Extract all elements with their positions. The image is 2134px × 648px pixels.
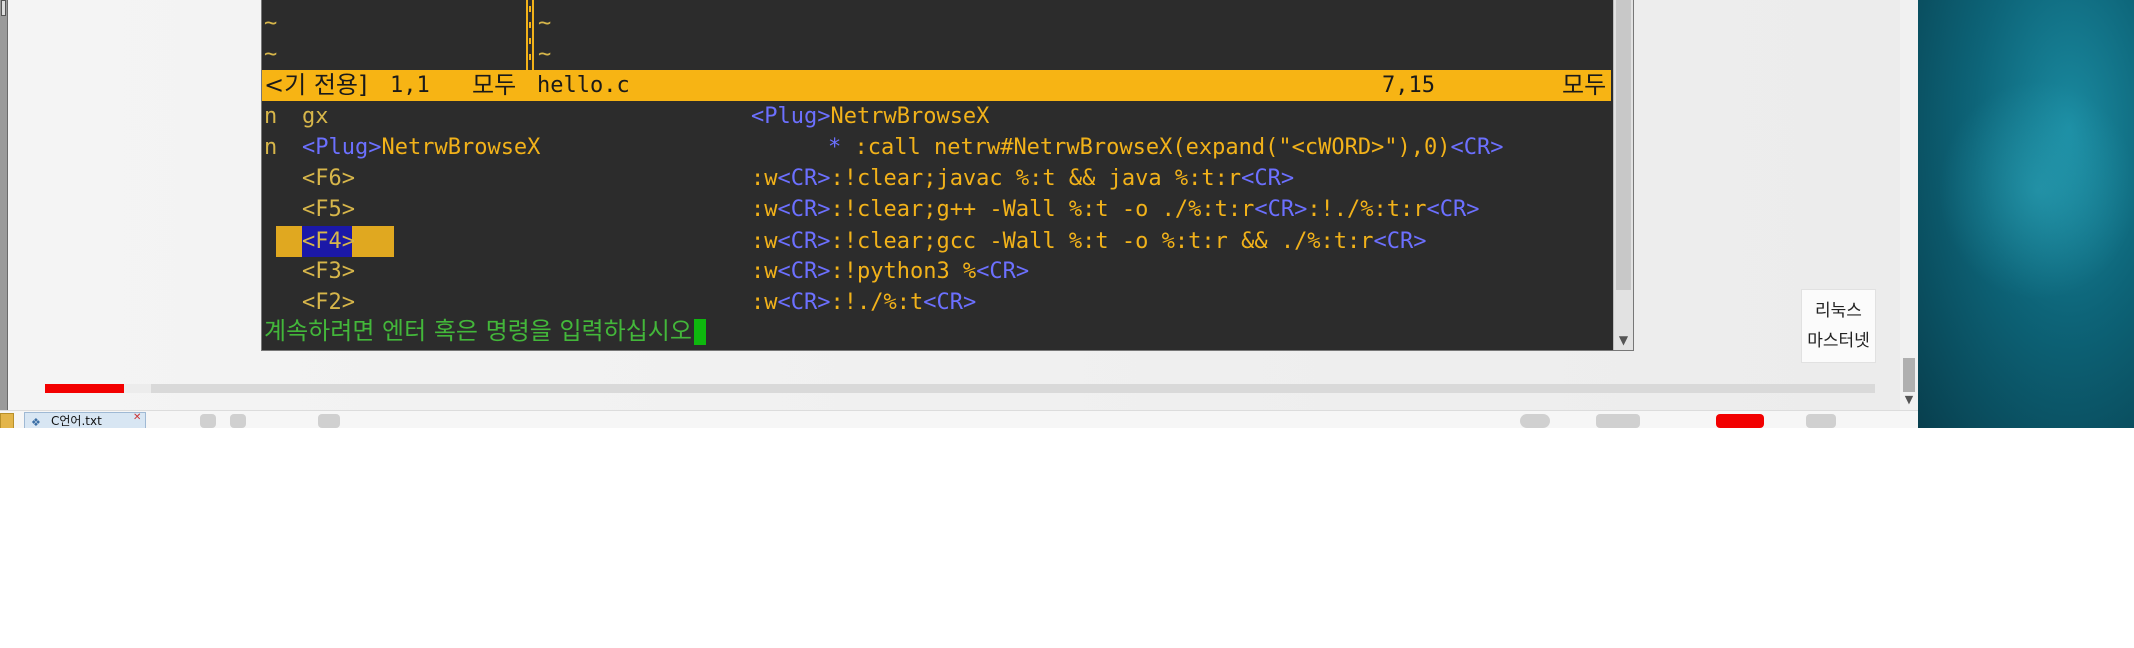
empty-line-tilde-right: ~ — [538, 42, 552, 67]
mapping-lhs: <F3> — [302, 259, 355, 284]
mapping-rhs: * :call netrw#NetrwBrowseX(expand("<cWOR… — [828, 132, 1504, 163]
mapping-rhs-segment: <CR> — [976, 259, 1030, 284]
mapping-rhs-segment: <CR> — [777, 259, 831, 284]
mapping-rhs-segment: :!python3 % — [830, 259, 977, 284]
mapping-lhs: <F6> — [302, 166, 355, 191]
empty-line-tilde: ~ — [264, 42, 278, 67]
youtube-logo-icon[interactable] — [1716, 414, 1764, 428]
subtitles-icon[interactable] — [1596, 414, 1640, 428]
mapping-rhs-segment: <CR> — [777, 166, 831, 191]
separator-dash — [529, 6, 531, 12]
desktop-wallpaper — [1918, 0, 2134, 428]
scrollbar-thumb[interactable] — [1616, 0, 1631, 290]
mapping-lhs-name: NetrwBrowseX — [381, 135, 541, 160]
mapping-rhs-segment: :call netrw#NetrwBrowseX(expand("<cWORD>… — [854, 135, 1451, 160]
separator-dash — [529, 22, 531, 28]
window-left-edge — [0, 0, 8, 428]
mapping-rhs-segment: :!./%:t:r — [1307, 197, 1427, 222]
mapping-rhs-segment: :!clear;g++ -Wall %:t -o ./%:t:r — [830, 197, 1255, 222]
separator-dash — [529, 54, 531, 60]
mapping-rhs-segment: <CR> — [777, 229, 831, 254]
mapping-rhs: :w<CR>:!python3 %<CR> — [751, 256, 1029, 287]
page-scrollbar[interactable]: ▼ — [1900, 0, 1918, 410]
mapping-lhs: gx — [302, 104, 329, 129]
empty-line-tilde-right: ~ — [538, 11, 552, 36]
mapping-rhs-segment: <CR> — [1241, 166, 1295, 191]
mapping-lhs: <F2> — [302, 290, 355, 315]
text-cursor — [693, 319, 706, 345]
scroll-down-arrow-icon[interactable]: ▼ — [1616, 332, 1631, 348]
mapping-rhs-segment: <CR> — [777, 197, 831, 222]
mapping-rhs-segment: <CR> — [1450, 135, 1504, 160]
page-scrollbar-thumb[interactable] — [1903, 358, 1915, 392]
video-progress-bar[interactable] — [45, 384, 1875, 393]
watermark-line-2: 마스터넷 — [1807, 331, 1870, 351]
mapping-rhs-segment: :w — [751, 229, 778, 254]
screen: ~ ~ ~ ~ <기 전용] 1,1 모두 hello.c 7,15 모두 ng… — [0, 0, 2134, 428]
document-icon: ❖ — [31, 416, 41, 428]
mapping-rhs: :w<CR>:!./%:t<CR> — [751, 287, 976, 318]
mapping-lhs: <F5> — [302, 197, 355, 222]
volume-icon[interactable] — [318, 414, 340, 428]
statusline-right-percent: 모두 — [1562, 71, 1607, 99]
vim-statusline: <기 전용] 1,1 모두 hello.c 7,15 모두 — [262, 70, 1611, 101]
statusline-right-position: 7,15 — [1382, 73, 1435, 98]
mapping-mode: n — [264, 135, 278, 160]
mapping-rhs-segment: :w — [751, 290, 778, 315]
mapping-rhs-segment: <CR> — [1373, 229, 1427, 254]
watermark-line-1: 리눅스 — [1815, 301, 1862, 321]
mapping-rhs-segment: * — [828, 135, 855, 160]
channel-watermark: 리눅스 마스터넷 — [1801, 289, 1876, 363]
terminal-scrollbar[interactable]: ▼ — [1613, 0, 1633, 350]
mapping-rhs: <Plug>NetrwBrowseX — [751, 101, 989, 132]
vertical-split-separator[interactable] — [526, 0, 534, 70]
folder-icon[interactable] — [0, 413, 14, 428]
taskbar-tab-label: C언어.txt — [51, 414, 102, 428]
mapping-rhs: :w<CR>:!clear;g++ -Wall %:t -o ./%:t:r<C… — [751, 194, 1480, 225]
prompt-text: 계속하려면 엔터 혹은 명령을 입력하십시오 — [264, 317, 692, 345]
next-icon[interactable] — [230, 414, 246, 428]
statusline-left-position: 1,1 — [390, 73, 430, 98]
settings-gear-icon[interactable] — [1520, 414, 1550, 428]
mapping-rhs-segment: :!clear;gcc -Wall %:t -o %:t:r && ./%:t:… — [830, 229, 1374, 254]
mapping-rhs: :w<CR>:!clear;javac %:t && java %:t:r<CR… — [751, 163, 1294, 194]
mapping-rhs-segment: :w — [751, 259, 778, 284]
video-played-bar — [45, 384, 124, 393]
mapping-rhs-segment: <CR> — [777, 290, 831, 315]
mapping-rhs: :w<CR>:!clear;gcc -Wall %:t -o %:t:r && … — [751, 226, 1427, 257]
mapping-rhs-segment: NetrwBrowseX — [830, 104, 990, 129]
fullscreen-icon[interactable] — [1806, 414, 1836, 428]
mapping-rhs-segment: :!./%:t — [830, 290, 924, 315]
play-icon[interactable] — [200, 414, 216, 428]
separator-dash — [529, 38, 531, 44]
vim-terminal-window[interactable]: ~ ~ ~ ~ <기 전용] 1,1 모두 hello.c 7,15 모두 ng… — [261, 0, 1634, 351]
mapping-rhs-segment: <CR> — [923, 290, 977, 315]
mapping-lhs-plug: <Plug> — [302, 135, 382, 160]
statusline-left-name: <기 전용] — [264, 71, 368, 99]
mapping-lhs: <F4> — [302, 229, 355, 254]
hit-enter-prompt: 계속하려면 엔터 혹은 명령을 입력하십시오 — [264, 316, 706, 347]
page-scroll-down-icon[interactable]: ▼ — [1900, 392, 1918, 408]
statusline-right-filename: hello.c — [537, 73, 630, 98]
statusline-left-percent: 모두 — [472, 71, 517, 99]
mapping-rhs-segment: :!clear;javac %:t && java %:t:r — [830, 166, 1242, 191]
mapping-rhs-segment: <Plug> — [751, 104, 831, 129]
mapping-rhs-segment: :w — [751, 197, 778, 222]
mapping-mode: n — [264, 104, 278, 129]
close-icon[interactable]: ✕ — [133, 412, 141, 423]
mapping-lhs: <Plug>NetrwBrowseX — [302, 132, 540, 163]
mapping-rhs-segment: <CR> — [1254, 197, 1308, 222]
mapping-rhs-segment: <CR> — [1426, 197, 1480, 222]
mapping-rhs-segment: :w — [751, 166, 778, 191]
empty-line-tilde: ~ — [264, 11, 278, 36]
taskbar-file-tab[interactable]: ❖ C언어.txt — [24, 412, 146, 428]
